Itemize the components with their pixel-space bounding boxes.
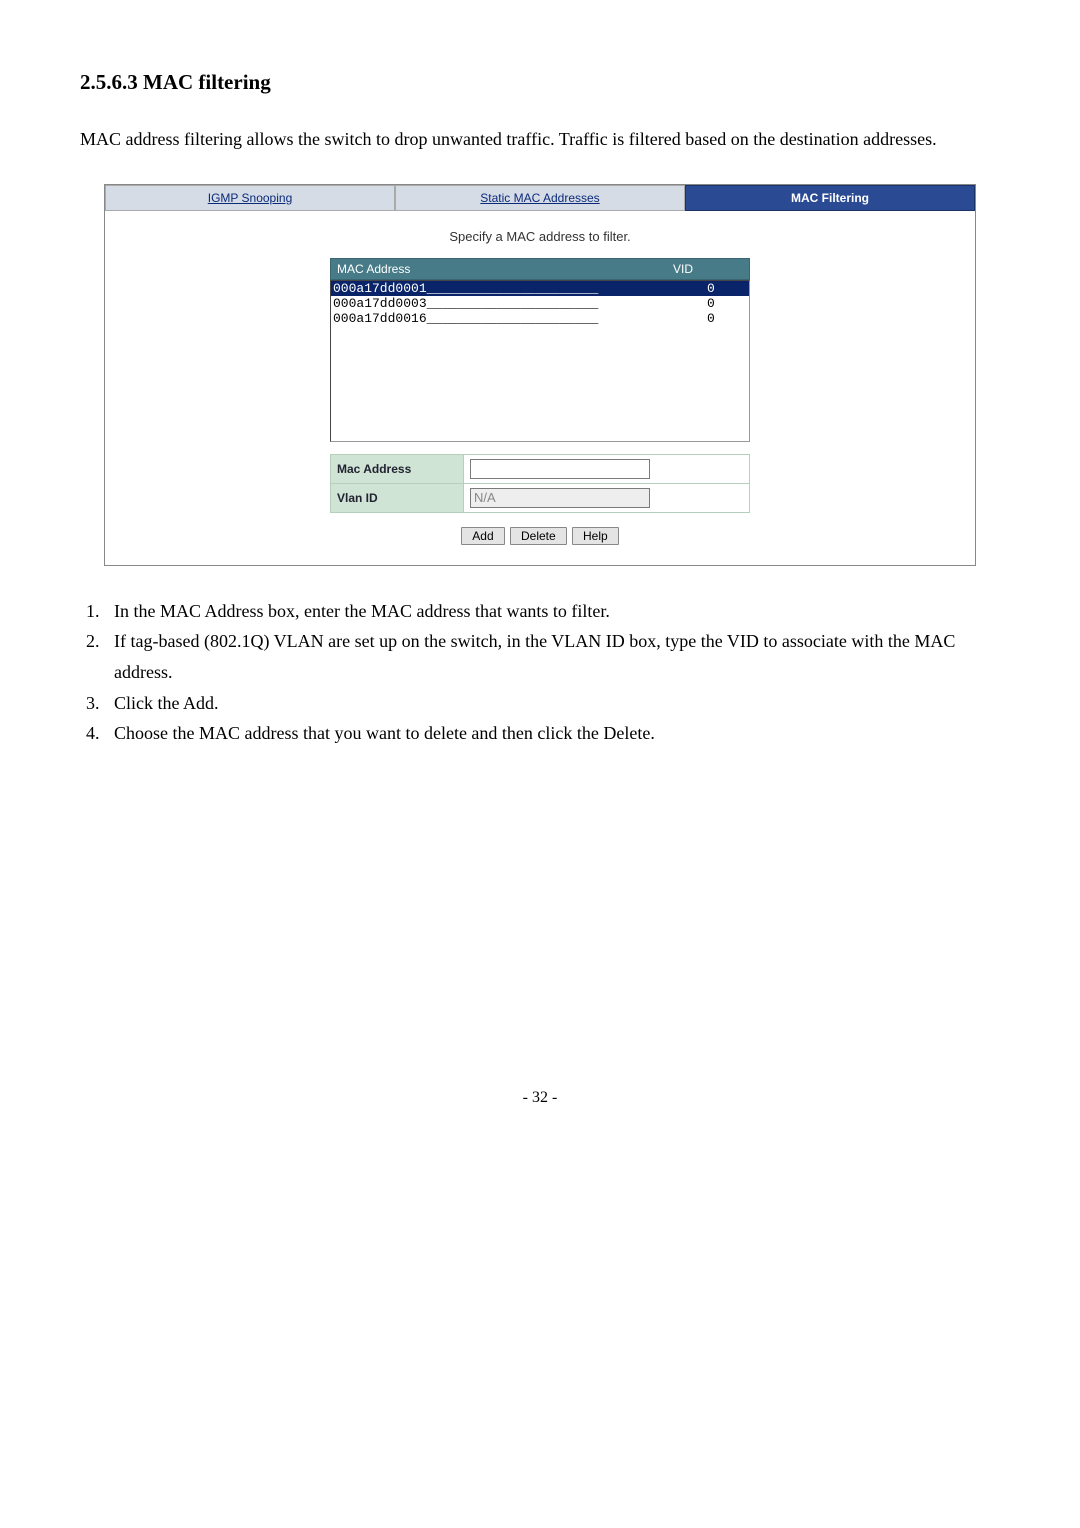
tab-igmp-link[interactable]: IGMP Snooping (208, 191, 293, 205)
section-heading: 2.5.6.3 MAC filtering (80, 70, 1000, 95)
tab-static-link[interactable]: Static MAC Addresses (480, 191, 599, 205)
list-item-vid: 0 (707, 281, 747, 296)
instruction-step: Click the Add. (104, 688, 1000, 719)
list-item-mac: 000a17dd0016______________________ (333, 311, 707, 326)
instructions-list: In the MAC Address box, enter the MAC ad… (80, 596, 1000, 749)
panel-subtitle: Specify a MAC address to filter. (135, 229, 945, 244)
col-header-vid: VID (667, 259, 749, 279)
intro-paragraph: MAC address filtering allows the switch … (80, 125, 1000, 154)
tab-row: IGMP Snooping Static MAC Addresses MAC F… (105, 185, 975, 211)
instruction-step: Choose the MAC address that you want to … (104, 718, 1000, 749)
list-header: MAC Address VID (330, 258, 750, 280)
button-row: Add Delete Help (330, 527, 750, 545)
tab-static-mac[interactable]: Static MAC Addresses (395, 185, 685, 211)
list-item[interactable]: 000a17dd0003______________________ 0 (331, 296, 749, 311)
list-item-mac: 000a17dd0001______________________ (333, 281, 707, 296)
panel-body: Specify a MAC address to filter. MAC Add… (105, 211, 975, 565)
config-panel-screenshot: IGMP Snooping Static MAC Addresses MAC F… (104, 184, 976, 566)
mac-address-label: Mac Address (331, 454, 464, 483)
add-button[interactable]: Add (461, 527, 504, 545)
tab-igmp-snooping[interactable]: IGMP Snooping (105, 185, 395, 211)
mac-listbox[interactable]: 000a17dd0001______________________ 0 000… (330, 280, 750, 442)
page-number: - 32 - (80, 1089, 1000, 1107)
vlan-id-input[interactable] (470, 488, 650, 508)
instruction-step: If tag-based (802.1Q) VLAN are set up on… (104, 626, 1000, 687)
form-table: Mac Address Vlan ID (330, 454, 750, 513)
list-item-vid: 0 (707, 311, 747, 326)
list-item-vid: 0 (707, 296, 747, 311)
mac-address-input[interactable] (470, 459, 650, 479)
help-button[interactable]: Help (572, 527, 619, 545)
tab-mac-filtering[interactable]: MAC Filtering (685, 185, 975, 211)
col-header-mac: MAC Address (331, 259, 667, 279)
list-item-mac: 000a17dd0003______________________ (333, 296, 707, 311)
vlan-id-label: Vlan ID (331, 483, 464, 512)
delete-button[interactable]: Delete (510, 527, 567, 545)
center-block: MAC Address VID 000a17dd0001____________… (330, 258, 750, 545)
list-item[interactable]: 000a17dd0016______________________ 0 (331, 311, 749, 326)
list-item[interactable]: 000a17dd0001______________________ 0 (331, 281, 749, 296)
instruction-step: In the MAC Address box, enter the MAC ad… (104, 596, 1000, 627)
